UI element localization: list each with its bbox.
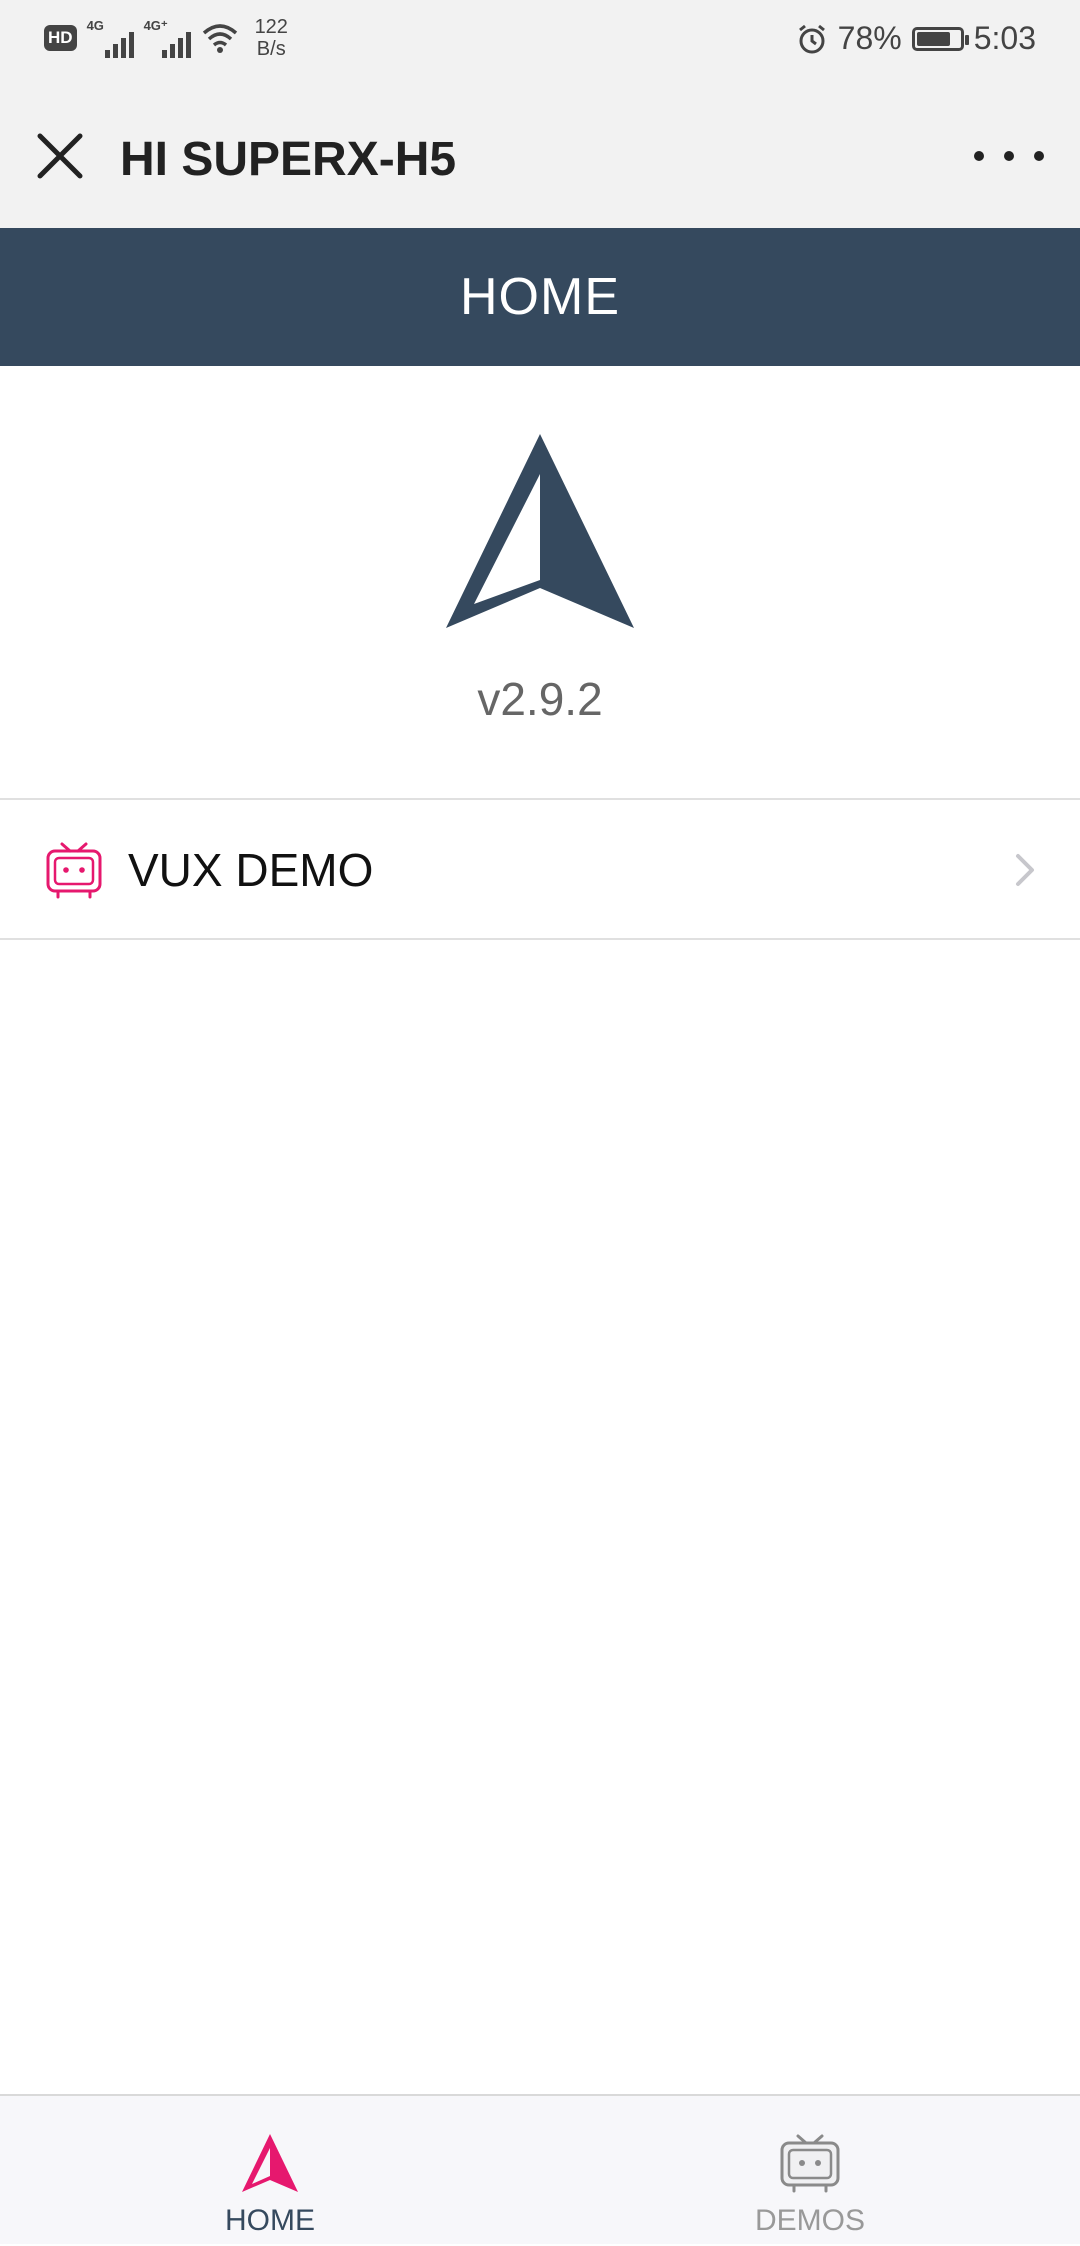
page-title: HOME	[460, 268, 620, 326]
more-options-icon[interactable]	[974, 136, 1044, 176]
vux-logo-icon	[446, 434, 634, 628]
app-title: HI SUPERX-H5	[120, 133, 457, 186]
speed-unit: B/s	[256, 38, 286, 60]
tab-label-demos: DEMOS	[754, 2204, 865, 2237]
status-bar: HD 4G 4G⁺ 122 B/s 78% 5:03	[0, 0, 1080, 88]
clock-time: 5:03	[973, 20, 1036, 56]
hd-badge: HD	[44, 25, 77, 51]
status-right: 78% 5:03	[796, 20, 1036, 57]
close-icon[interactable]	[30, 126, 90, 186]
signal-4g-icon: 4G	[87, 18, 134, 58]
tab-home[interactable]: HOME	[0, 2096, 540, 2246]
tab-demos[interactable]: DEMOS	[540, 2096, 1080, 2246]
chevron-right-icon	[1016, 854, 1034, 886]
home-triangle-icon	[242, 2134, 298, 2192]
signal-4g-plus-icon: 4G⁺	[144, 18, 191, 58]
tv-robot-icon	[46, 842, 102, 899]
tv-robot-icon	[780, 2134, 840, 2193]
network-type-label-2: 4G⁺	[143, 18, 168, 33]
wifi-icon	[202, 24, 237, 53]
cell-label: VUX DEMO	[128, 844, 374, 896]
status-left: HD 4G 4G⁺ 122 B/s	[44, 16, 288, 60]
vux-demo-cell[interactable]: VUX DEMO	[0, 798, 1080, 940]
bottom-tabbar: HOME DEMOS	[0, 2094, 1080, 2244]
network-type-label: 4G	[86, 18, 104, 33]
version-label: v2.9.2	[477, 673, 603, 725]
battery-percent: 78%	[837, 20, 902, 56]
battery-icon	[911, 26, 969, 51]
speed-value: 122	[254, 16, 288, 38]
tab-label-home: HOME	[225, 2204, 315, 2237]
alarm-icon	[798, 24, 825, 53]
title-bar: HI SUPERX-H5	[0, 88, 1080, 228]
page-header: HOME	[0, 228, 1080, 366]
network-speed: 122 B/s	[255, 16, 288, 60]
